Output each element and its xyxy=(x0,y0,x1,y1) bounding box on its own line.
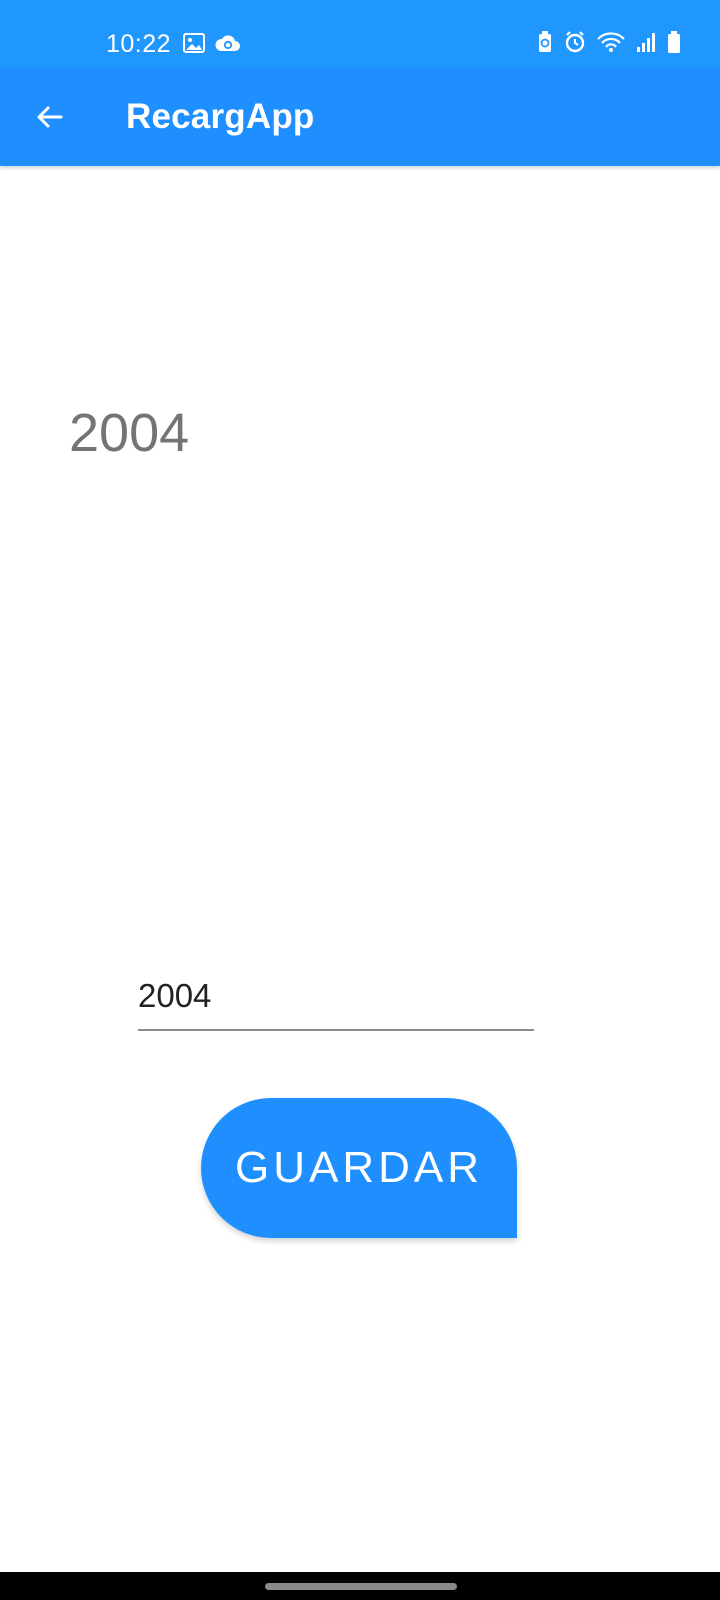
home-indicator[interactable] xyxy=(265,1583,457,1590)
app-title: RecargApp xyxy=(126,97,315,136)
year-input-value[interactable]: 2004 xyxy=(138,975,534,1017)
status-time: 10:22 xyxy=(106,30,172,58)
display-value: 2004 xyxy=(69,403,190,463)
alarm-icon xyxy=(563,30,587,54)
status-right-icons xyxy=(536,30,682,54)
cloud-sync-icon xyxy=(214,32,242,54)
year-input-field[interactable]: 2004 xyxy=(138,975,534,1031)
status-left-icons xyxy=(182,32,242,54)
gallery-icon xyxy=(182,32,206,54)
signal-icon xyxy=(635,31,657,53)
status-bar: 10:22 xyxy=(0,0,720,68)
back-button[interactable] xyxy=(27,94,73,140)
save-button[interactable]: GUARDAR xyxy=(201,1098,517,1238)
app-bar: RecargApp xyxy=(0,68,720,166)
arrow-back-icon xyxy=(35,102,65,132)
save-button-label: GUARDAR xyxy=(234,1143,484,1192)
battery-icon xyxy=(666,30,682,54)
battery-saver-icon xyxy=(536,30,554,54)
navigation-bar xyxy=(0,1572,720,1600)
wifi-icon xyxy=(596,31,626,53)
